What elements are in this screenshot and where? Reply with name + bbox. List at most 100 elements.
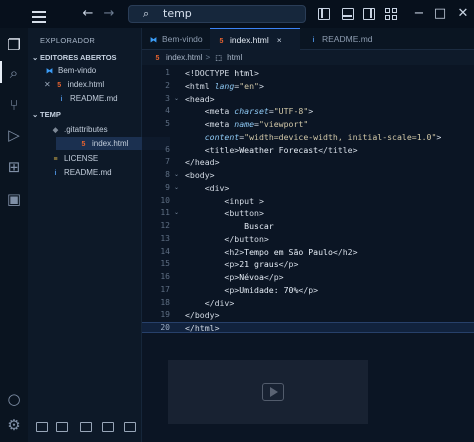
activity-bar: ❐ ⌕ ⑂ ▷ ⊞ ▣ ○ ⚙ (0, 28, 28, 442)
line-number: 11 (160, 208, 170, 218)
tab-index-html[interactable]: 5 index.html × (210, 28, 300, 50)
folder-section[interactable]: ⌄ TEMP (32, 110, 61, 119)
code-line[interactable]: Buscar (185, 221, 274, 231)
code-token: <body> (185, 170, 215, 180)
screen-icon[interactable] (36, 422, 48, 432)
code-line[interactable]: <title>Weather Forecast</title> (185, 145, 358, 155)
explorer-files-icon[interactable]: ❐ (5, 36, 23, 54)
extensions-icon[interactable]: ⊞ (5, 158, 23, 176)
file-item[interactable]: ≡ LICENSE (50, 152, 98, 165)
code-token: </div> (185, 297, 235, 308)
toggle-panel-icon[interactable] (342, 8, 354, 20)
minimize-button[interactable]: − (412, 0, 426, 28)
code-token: <h2> (185, 246, 245, 257)
line-number: 15 (160, 259, 170, 269)
window-icon[interactable] (80, 422, 92, 432)
breadcrumb-separator: > (205, 53, 211, 62)
code-line[interactable]: <meta charset="UTF-8"> (185, 106, 314, 117)
window-icon[interactable] (56, 422, 68, 432)
code-line[interactable]: <!DOCTYPE html> (185, 68, 259, 78)
code-token: "UTF-8" (273, 106, 309, 117)
breadcrumb-node[interactable]: html (227, 53, 242, 62)
code-line[interactable]: <h2>Tempo em São Paulo</h2> (185, 246, 357, 257)
code-line[interactable]: </head> (185, 157, 220, 167)
tab-readme[interactable]: i README.md (302, 28, 376, 50)
breadcrumb-file[interactable]: index.html (166, 53, 202, 62)
line-number: 16 (160, 272, 170, 281)
code-token: <meta (185, 119, 235, 129)
close-icon[interactable]: ✕ (44, 80, 51, 89)
file-item[interactable]: i README.md (50, 166, 112, 179)
code-line[interactable]: <button> (185, 208, 263, 218)
html-icon: 5 (57, 82, 62, 89)
toggle-primary-sidebar-icon[interactable] (318, 8, 330, 20)
code-line[interactable]: content="width=device-width, initial-sca… (185, 131, 442, 142)
code-token: Névoa (239, 272, 264, 282)
code-line[interactable]: <p>21 graus</p> (185, 259, 298, 269)
element-icon: ⬚ (215, 55, 222, 62)
account-icon[interactable]: ○ (5, 390, 23, 408)
license-icon: ≡ (53, 156, 58, 163)
code-line[interactable]: <input > (185, 196, 263, 206)
toggle-secondary-sidebar-icon[interactable] (363, 8, 375, 20)
fold-chevron-icon[interactable]: ⌄ (174, 171, 179, 178)
search-activity-icon[interactable]: ⌕ (5, 64, 23, 82)
html-icon: 5 (155, 55, 160, 62)
code-token: </title> (318, 144, 358, 155)
play-icon (262, 383, 284, 401)
code-line[interactable]: <head> (185, 94, 215, 104)
code-token: "width=device-width, initial-scale=1.0" (244, 131, 437, 142)
maximize-button[interactable]: □ (433, 0, 447, 28)
code-token: <p> (185, 284, 240, 295)
command-center-search[interactable]: ⌕ temp (128, 5, 306, 23)
window-icon[interactable] (124, 422, 136, 432)
open-editor-item[interactable]: i README.md (56, 92, 118, 105)
source-control-icon[interactable]: ⑂ (5, 96, 23, 114)
code-line[interactable]: </div> (185, 297, 235, 308)
code-line[interactable]: <meta name="viewport" (185, 119, 309, 129)
line-number: 3 (165, 93, 170, 103)
code-token: charset (234, 106, 269, 117)
code-line[interactable]: </html> (185, 323, 220, 333)
code-token: </p> (278, 259, 299, 270)
code-token: </p> (263, 272, 284, 282)
forward-arrow-icon[interactable]: → (101, 0, 117, 28)
open-editor-item[interactable]: ⧓ Bem-vindo (44, 64, 96, 77)
line-number: 9 (165, 182, 170, 192)
active-indicator (0, 61, 2, 83)
code-token: </button> (185, 233, 269, 244)
open-editors-section[interactable]: ⌄ EDITORES ABERTOS (32, 53, 117, 62)
remote-explorer-icon[interactable]: ▣ (5, 190, 23, 208)
file-item[interactable]: ◆ .gitattributes (50, 123, 108, 136)
close-window-button[interactable]: ✕ (456, 0, 470, 28)
code-line[interactable]: <p>Névoa</p> (185, 272, 284, 282)
code-line[interactable]: <body> (185, 170, 215, 180)
line-number: 18 (160, 297, 170, 307)
line-number: 2 (165, 80, 170, 90)
code-line[interactable]: <p>Umidade: 70%</p> (185, 285, 318, 295)
code-line[interactable]: </body> (185, 310, 220, 320)
tab-welcome[interactable]: ⧓ Bem-vindo (142, 28, 208, 50)
html-icon: 5 (81, 141, 86, 148)
close-tab-icon[interactable]: × (277, 35, 282, 45)
run-debug-icon[interactable]: ▷ (5, 126, 23, 144)
window-icon[interactable] (102, 422, 114, 432)
code-line[interactable]: </button> (185, 233, 269, 244)
customize-layout-icon[interactable] (385, 8, 397, 20)
editor-tabs: ⧓ Bem-vindo 5 index.html × i README.md (142, 28, 474, 50)
fold-chevron-icon[interactable]: ⌄ (174, 209, 179, 216)
fold-chevron-icon[interactable]: ⌄ (174, 184, 179, 191)
line-number: 4 (165, 106, 170, 116)
line-number: 10 (160, 195, 170, 205)
code-token: <div> (185, 182, 230, 193)
code-token: > (258, 80, 264, 91)
fold-chevron-icon[interactable]: ⌄ (174, 95, 179, 102)
back-arrow-icon[interactable]: ← (80, 0, 96, 28)
code-line[interactable]: <div> (185, 182, 230, 193)
explorer-title: EXPLORADOR (40, 36, 96, 45)
code-token: <head> (185, 93, 215, 104)
git-icon: ◆ (52, 127, 59, 134)
open-editor-item-active[interactable]: ✕ 5 index.html (44, 78, 104, 91)
line-number: 1 (165, 68, 170, 77)
code-line[interactable]: <html lang="en"> (185, 81, 264, 91)
